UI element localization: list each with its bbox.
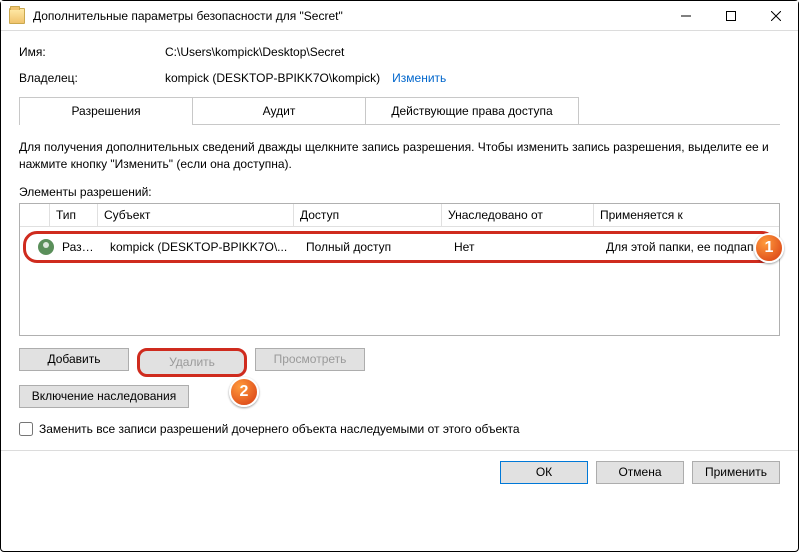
titlebar: Дополнительные параметры безопасности дл… [1,1,798,31]
info-text: Для получения дополнительных сведений дв… [19,139,780,173]
col-access[interactable]: Доступ [294,204,442,226]
annotation-badge-1: 1 [754,233,784,263]
enable-inheritance-button[interactable]: Включение наследования [19,385,189,408]
col-applies[interactable]: Применяется к [594,204,779,226]
tab-audit[interactable]: Аудит [192,97,366,124]
owner-label: Владелец: [19,71,165,85]
remove-button[interactable]: Удалить [137,348,247,377]
tab-effective-access[interactable]: Действующие права доступа [365,97,579,124]
window-title: Дополнительные параметры безопасности дл… [33,9,343,23]
cell-access: Полный доступ [300,238,448,256]
view-button[interactable]: Просмотреть [255,348,365,371]
permissions-table: Тип Субъект Доступ Унаследовано от Приме… [19,203,780,336]
cell-type: Разр... [56,238,104,256]
dialog-content: Имя: C:\Users\kompick\Desktop\Secret Вла… [1,31,798,451]
close-button[interactable] [753,1,798,30]
cell-subject: kompick (DESKTOP-BPIKK7O\... [104,238,300,256]
name-value: C:\Users\kompick\Desktop\Secret [165,45,344,59]
cancel-button[interactable]: Отмена [596,461,684,484]
user-icon [38,239,54,255]
window-controls [663,1,798,30]
col-type[interactable]: Тип [50,204,98,226]
replace-checkbox-text: Заменить все записи разрешений дочернего… [39,422,520,436]
annotation-badge-2: 2 [229,377,259,407]
apply-button[interactable]: Применить [692,461,780,484]
col-icon [20,204,50,226]
replace-checkbox[interactable] [19,422,33,436]
minimize-button[interactable] [663,1,708,30]
dialog-footer: ОК Отмена Применить [1,451,798,496]
maximize-button[interactable] [708,1,753,30]
col-subject[interactable]: Субъект [98,204,294,226]
tabs: Разрешения Аудит Действующие права досту… [19,97,780,125]
replace-checkbox-label[interactable]: Заменить все записи разрешений дочернего… [19,422,780,436]
cell-inherited: Нет [448,238,600,256]
table-header: Тип Субъект Доступ Унаследовано от Приме… [20,204,779,227]
name-label: Имя: [19,45,165,59]
col-inherited[interactable]: Унаследовано от [442,204,594,226]
table-body: Разр... kompick (DESKTOP-BPIKK7O\... Пол… [20,231,779,335]
ok-button[interactable]: ОК [500,461,588,484]
cell-applies: Для этой папки, ее подпапок ... [600,238,773,256]
owner-value: kompick (DESKTOP-BPIKK7O\kompick) [165,71,380,85]
action-buttons: Добавить Удалить Просмотреть [19,348,780,377]
folder-icon [9,8,25,24]
table-row[interactable]: Разр... kompick (DESKTOP-BPIKK7O\... Пол… [23,231,776,263]
change-owner-link[interactable]: Изменить [392,71,446,85]
tab-permissions[interactable]: Разрешения [19,97,193,124]
permissions-label: Элементы разрешений: [19,185,780,199]
add-button[interactable]: Добавить [19,348,129,371]
